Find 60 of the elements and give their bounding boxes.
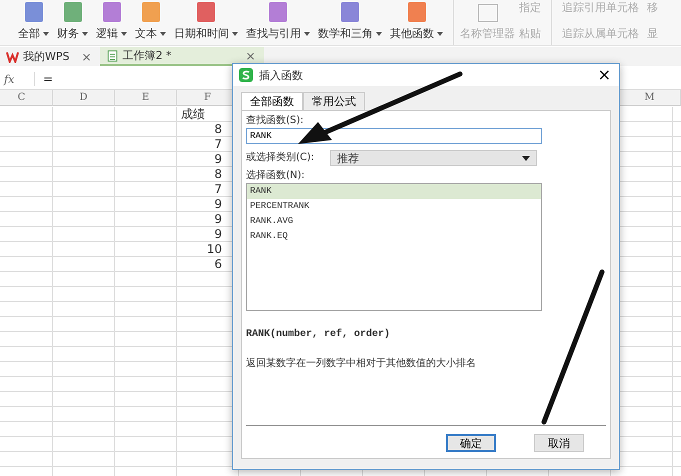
- function-category-button[interactable]: 其他函数: [386, 0, 447, 45]
- function-category-button[interactable]: 财务: [53, 0, 92, 45]
- table-cell: 9: [214, 152, 222, 166]
- ok-button[interactable]: 确定: [446, 434, 496, 452]
- caret-icon: [160, 32, 166, 36]
- cancel-button[interactable]: 取消: [534, 434, 584, 452]
- caret-icon: [304, 32, 310, 36]
- caret-icon: [376, 32, 382, 36]
- search-label: 查找函数(S):: [246, 114, 304, 127]
- caret-icon: [232, 32, 238, 36]
- w-logo-icon: [6, 50, 19, 62]
- function-category-button[interactable]: 数学和三角: [314, 0, 386, 45]
- table-cell: 9: [214, 212, 222, 226]
- close-button[interactable]: ×: [596, 67, 613, 83]
- table-icon: [478, 4, 498, 22]
- column-header[interactable]: M: [619, 90, 681, 106]
- caret-icon: [82, 32, 88, 36]
- table-cell: 8: [214, 167, 222, 181]
- category-dropdown[interactable]: 推荐: [330, 150, 538, 166]
- column-header[interactable]: C: [0, 90, 53, 106]
- search-field[interactable]: RANK: [246, 128, 542, 144]
- column-header[interactable]: D: [53, 90, 115, 106]
- category-label: 或选择类别(C):: [246, 150, 314, 164]
- app-logo-icon: [239, 68, 253, 82]
- caret-icon: [43, 32, 49, 36]
- table-cell: 7: [214, 137, 222, 151]
- function-label: fx: [2, 72, 16, 86]
- function-category-button[interactable]: 查找与引用: [242, 0, 314, 45]
- close-icon[interactable]: ×: [246, 50, 256, 62]
- close-icon[interactable]: ×: [82, 50, 92, 62]
- table-cell: 9: [214, 197, 222, 211]
- function-item[interactable]: PERCENTRANK: [247, 199, 541, 214]
- function-list-label: 选择函数(N):: [246, 168, 305, 182]
- column-header[interactable]: E: [115, 90, 177, 106]
- caret-icon: [121, 32, 127, 36]
- function-item[interactable]: RANK.EQ: [247, 229, 541, 244]
- tab-label: 我的WPS: [23, 49, 70, 64]
- caret-icon: [522, 156, 530, 160]
- function-item[interactable]: RANK: [247, 184, 541, 199]
- function-category-button[interactable]: 日期和时间: [170, 0, 242, 45]
- tab-label: 工作簿2 *: [122, 48, 172, 63]
- caret-icon: [437, 32, 443, 36]
- dialog-tab[interactable]: 常用公式: [303, 92, 365, 110]
- dialog-title: 插入函数: [259, 68, 303, 82]
- table-cell: 7: [214, 182, 222, 196]
- spreadsheet-icon: [106, 50, 119, 62]
- table-cell: 8: [214, 122, 222, 136]
- dialog-tab[interactable]: 全部函数: [241, 92, 303, 110]
- function-item[interactable]: RANK.AVG: [247, 214, 541, 229]
- function-category-button[interactable]: 全部: [14, 0, 53, 45]
- document-tab[interactable]: 工作簿2 * ×: [100, 47, 264, 66]
- function-description: 返回某数字在一列数字中相对于其他数值的大小排名: [246, 356, 477, 370]
- table-cell: 9: [214, 227, 222, 241]
- document-tab[interactable]: 我的WPS ×: [0, 47, 100, 66]
- function-signature: RANK(number, ref, order): [246, 329, 392, 340]
- table-cell: 6: [214, 257, 222, 271]
- table-cell: 10: [206, 242, 222, 256]
- function-category-button[interactable]: 文本: [131, 0, 170, 45]
- table-cell: 成绩: [181, 107, 205, 121]
- function-category-button[interactable]: 逻辑: [92, 0, 131, 45]
